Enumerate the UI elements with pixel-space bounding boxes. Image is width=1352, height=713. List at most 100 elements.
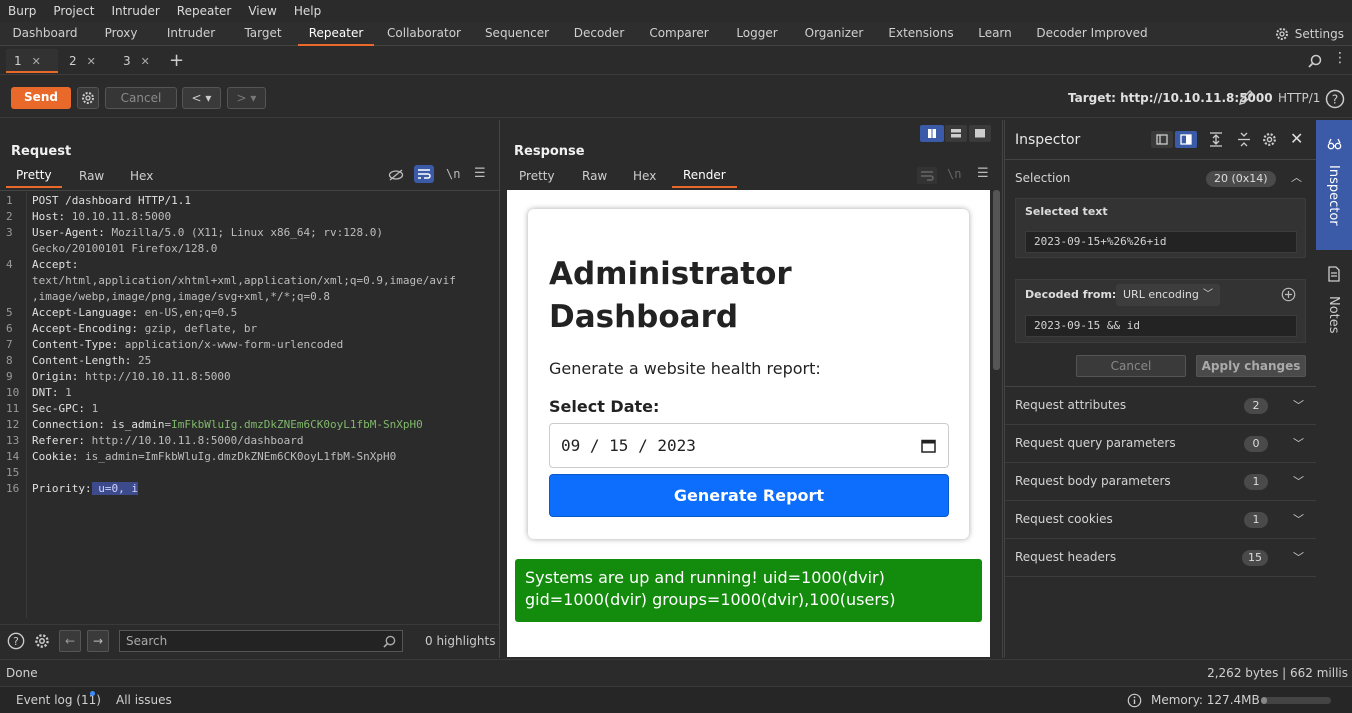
request-editor[interactable]: 1 POST /dashboard HTTP/1.1 2 Host: 10.10.1… [0,192,498,618]
rendered-response: Administrator Dashboard Generate a websi… [507,190,990,657]
tab-intruder[interactable]: Intruder [160,22,222,46]
repeater-tab-2[interactable]: 2 ✕ [61,49,113,73]
tab-hex[interactable]: Hex [130,169,153,183]
add-decoding-icon[interactable] [1281,287,1296,302]
tab-sequencer[interactable]: Sequencer [482,22,552,46]
send-button[interactable]: Send [11,87,71,109]
send-options-button[interactable] [77,87,99,109]
request-body-parameters-section[interactable]: Request body parameters 1 ﹀ [1005,463,1316,501]
request-attributes-section[interactable]: Request attributes 2 ﹀ [1005,387,1316,425]
help-icon[interactable]: ? [1325,89,1345,109]
menu-view[interactable]: View [248,4,276,18]
tab-logger[interactable]: Logger [730,22,784,46]
arrow-right-icon: → [92,634,104,648]
request-headers-section[interactable]: Request headers 15 ﹀ [1005,539,1316,577]
all-issues-link[interactable]: All issues [116,693,172,707]
layout-stacked-button[interactable] [945,125,967,142]
expand-all-icon[interactable] [1208,131,1224,148]
kebab-menu-icon[interactable]: ⋮ [1333,50,1347,66]
hamburger-menu-icon[interactable]: ☰ [474,166,486,181]
status-bar: Done 2,262 bytes | 662 millis [0,659,1352,685]
encoding-select[interactable]: URL encoding ﹀ [1116,284,1220,306]
tab-organizer[interactable]: Organizer [800,22,868,46]
gear-icon[interactable] [1261,131,1278,148]
menu-intruder[interactable]: Intruder [111,4,159,18]
result-message: Systems are up and running! uid=1000(dvi… [515,559,982,622]
inspector-panel: Inspector ✕ Selection 20 (0x14) ︿ Select… [1004,120,1316,657]
tab-extensions[interactable]: Extensions [884,22,958,46]
add-tab-icon[interactable]: + [169,50,184,71]
close-icon[interactable]: ✕ [87,55,96,68]
newline-icon[interactable]: \n [947,167,961,181]
line-number: 13 [6,434,20,447]
request-cookies-section[interactable]: Request cookies 1 ﹀ [1005,501,1316,539]
selected-text-section: Selected text 2023-09-15+%26%26+id [1015,198,1306,258]
event-log-link[interactable]: Event log (11) [16,693,101,707]
layout-side-by-side-button[interactable] [920,125,944,142]
tab-raw[interactable]: Raw [79,169,104,183]
tab-collaborator[interactable]: Collaborator [384,22,464,46]
side-tab-inspector[interactable]: Inspector [1316,120,1352,250]
tab-target[interactable]: Target [236,22,290,46]
request-query-parameters-section[interactable]: Request query parameters 0 ﹀ [1005,425,1316,463]
selection-size-badge: 20 (0x14) [1206,171,1276,187]
repeater-tab-1[interactable]: 1 ✕ [6,49,58,73]
cancel-button[interactable]: Cancel [105,87,177,109]
newline-icon[interactable]: \n [446,167,460,181]
collapse-all-icon[interactable] [1236,131,1252,148]
close-icon[interactable]: ✕ [32,55,41,68]
settings-button[interactable]: Settings [1274,22,1344,46]
wrap-lines-button[interactable] [414,165,434,183]
menu-help[interactable]: Help [294,4,321,18]
header-continuation: Gecko/20100101 Firefox/128.0 [32,242,218,255]
line-number: 3 [6,226,13,239]
calendar-icon[interactable] [921,438,936,453]
tab-decoder[interactable]: Decoder [570,22,628,46]
tab-number: 1 [14,54,22,68]
menu-repeater[interactable]: Repeater [177,4,232,18]
date-input[interactable]: 09 / 15 / 2023 [549,423,949,468]
tab-pretty[interactable]: Pretty [519,169,555,183]
render-scrollbar[interactable] [993,190,1000,370]
tab-hex[interactable]: Hex [633,169,656,183]
inspector-layout-list-button[interactable] [1151,131,1173,148]
layout-tabs-button[interactable] [969,125,991,142]
back-button[interactable]: < ▾ [182,87,221,109]
tab-repeater[interactable]: Repeater [298,22,374,46]
close-icon[interactable]: ✕ [141,55,150,68]
side-tab-notes[interactable]: Notes [1316,256,1352,346]
previous-match-button[interactable]: ← [59,630,81,652]
tab-decoder-improved[interactable]: Decoder Improved [1034,22,1150,46]
wrap-lines-button[interactable] [917,167,937,184]
tab-dashboard[interactable]: Dashboard [8,22,82,46]
next-match-button[interactable]: → [87,630,109,652]
inspector-cancel-button[interactable]: Cancel [1076,355,1186,377]
menu-project[interactable]: Project [53,4,94,18]
header-line: Accept-Encoding: gzip, deflate, br [32,322,258,335]
svg-text:?: ? [1332,93,1338,107]
search-icon[interactable] [1308,54,1322,68]
generate-report-button[interactable]: Generate Report [549,474,949,517]
gear-icon[interactable] [33,632,51,650]
pencil-icon[interactable] [1237,89,1255,107]
tab-proxy[interactable]: Proxy [95,22,147,46]
chevron-up-icon[interactable]: ︿ [1291,169,1302,185]
tab-render[interactable]: Render [672,168,737,188]
search-field[interactable]: Search [119,630,403,652]
tab-comparer[interactable]: Comparer [647,22,711,46]
close-icon[interactable]: ✕ [1290,129,1303,148]
hide-eye-icon[interactable] [388,168,404,182]
tab-raw[interactable]: Raw [582,169,607,183]
inspector-layout-panel-button[interactable] [1175,131,1197,148]
http-version[interactable]: HTTP/1 [1278,91,1320,105]
selected-text-field[interactable]: 2023-09-15+%26%26+id [1025,231,1297,253]
decoded-text-field[interactable]: 2023-09-15 && id [1025,315,1297,337]
forward-button[interactable]: > ▾ [227,87,266,109]
tab-learn[interactable]: Learn [974,22,1016,46]
hamburger-menu-icon[interactable]: ☰ [977,166,989,181]
apply-changes-button[interactable]: Apply changes [1196,355,1306,377]
menu-burp[interactable]: Burp [8,4,36,18]
help-icon[interactable]: ? [7,632,25,650]
tab-pretty[interactable]: Pretty [6,168,62,188]
repeater-tab-3[interactable]: 3 ✕ [115,49,167,73]
